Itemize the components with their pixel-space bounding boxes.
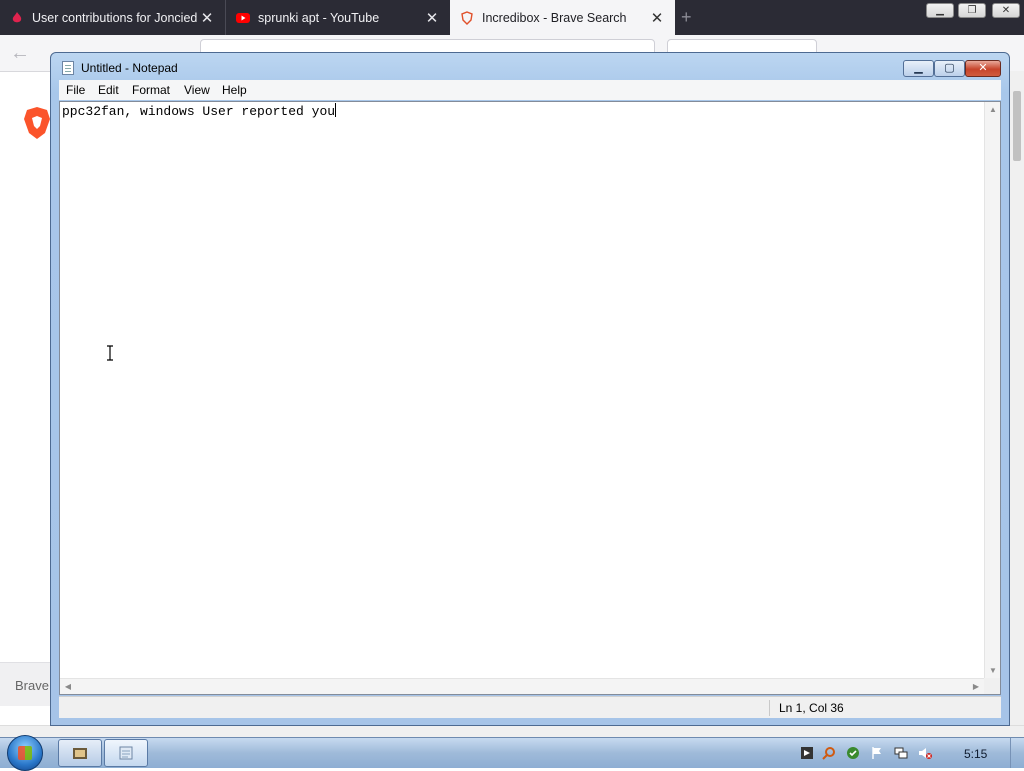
notepad-icon [119,746,133,760]
taskbar-explorer-button[interactable] [58,739,102,767]
show-desktop-button[interactable] [1010,738,1024,768]
scroll-right-arrow-icon[interactable]: ▶ [968,682,984,691]
volume-muted-icon[interactable] [918,746,932,760]
back-arrow-icon[interactable]: ← [6,39,34,67]
youtube-icon [236,12,250,23]
editor-horizontal-scrollbar[interactable]: ◀ ▶ [60,678,984,694]
cursor-position-status: Ln 1, Col 36 [779,701,844,715]
text-caret [335,103,337,117]
taskbar: 5:15 [0,735,1024,771]
text-editor-area[interactable]: ppc32fan, windows User reported you ▲ ▼ … [59,101,1001,695]
status-bar: Ln 1, Col 36 [59,696,1001,718]
taskbar-notepad-button[interactable] [104,739,148,767]
tab-label: Incredibox - Brave Search [482,10,627,25]
tray-app-icon[interactable] [800,746,814,760]
app-icon [73,748,87,759]
brave-footer-label: Brave [15,678,49,693]
editor-text-content: ppc32fan, windows User reported you [62,104,336,119]
ibeam-cursor-icon [107,345,113,361]
action-center-flag-icon[interactable] [870,746,884,760]
tab-close-icon[interactable]: ✕ [197,9,217,27]
menu-file[interactable]: File [66,83,85,97]
notepad-titlebar[interactable]: Untitled - Notepad ▁ ▢ ✕ [51,53,1009,83]
security-shield-icon[interactable] [846,746,860,760]
tab-label: User contributions for Joncied | [32,10,197,25]
tab-close-icon[interactable]: ✕ [422,9,442,27]
status-divider [769,700,770,716]
menu-format[interactable]: Format [132,83,170,97]
browser-minimize-button[interactable]: ▁ [926,3,954,18]
page-vertical-scrollbar[interactable] [1010,71,1024,725]
scroll-up-arrow-icon[interactable]: ▲ [985,105,1001,114]
browser-tab-youtube[interactable]: sprunki apt - YouTube ✕ [225,0,450,35]
tab-close-icon[interactable]: ✕ [647,9,667,27]
scroll-left-arrow-icon[interactable]: ◀ [60,682,76,691]
brave-shield-icon [461,10,473,25]
editor-vertical-scrollbar[interactable]: ▲ ▼ [984,102,1000,678]
scrollbar-corner [984,678,1000,694]
menu-bar: File Edit Format View Help [59,80,1001,100]
notepad-app-icon[interactable] [62,61,74,75]
brave-lion-logo-icon [24,107,50,139]
menu-help[interactable]: Help [222,83,247,97]
menu-edit[interactable]: Edit [98,83,119,97]
minimize-button[interactable]: ▁ [903,60,934,77]
network-icon[interactable] [894,746,908,760]
menu-view[interactable]: View [184,83,210,97]
browser-tabstrip: User contributions for Joncied | ✕ sprun… [0,0,1024,35]
start-button[interactable] [7,735,43,771]
browser-restore-button[interactable]: ❐ [958,3,986,18]
scroll-down-arrow-icon[interactable]: ▼ [985,666,1001,675]
fandom-flame-icon [12,11,22,22]
window-title: Untitled - Notepad [81,61,178,75]
brave-footer: Brave [0,662,52,706]
search-icon[interactable] [822,746,836,760]
maximize-button[interactable]: ▢ [934,60,965,77]
close-button[interactable]: ✕ [965,60,1001,77]
browser-close-button[interactable]: ✕ [992,3,1020,18]
tab-label: sprunki apt - YouTube [258,10,380,25]
browser-tab-brave-search[interactable]: Incredibox - Brave Search ✕ [450,0,675,35]
taskbar-clock[interactable]: 5:15 [964,747,987,761]
browser-tab-user-contributions[interactable]: User contributions for Joncied | ✕ [0,0,225,35]
notepad-window: Untitled - Notepad ▁ ▢ ✕ File Edit Forma… [50,52,1010,726]
new-tab-plus-icon[interactable]: + [681,7,692,28]
editor-text[interactable]: ppc32fan, windows User reported you [62,103,337,119]
